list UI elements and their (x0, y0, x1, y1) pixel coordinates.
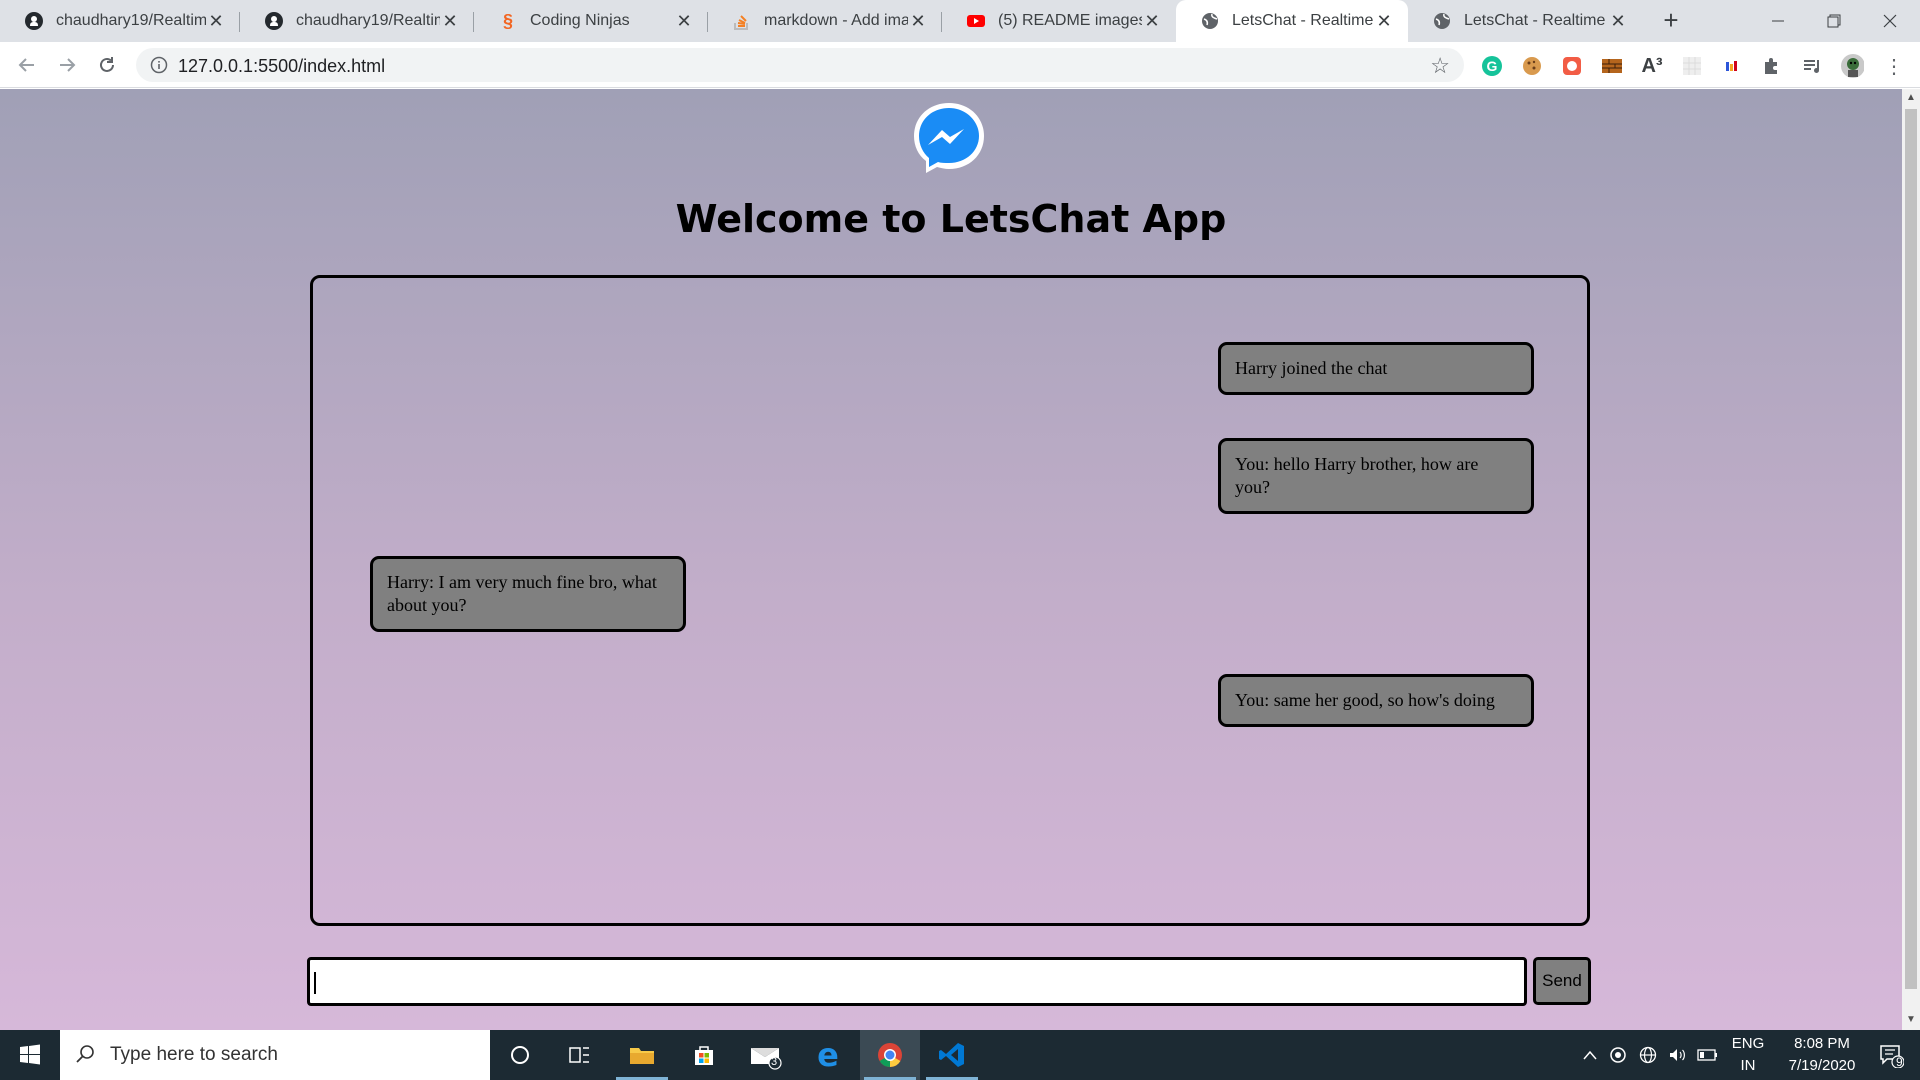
svg-text:G: G (1487, 58, 1498, 74)
close-tab-icon[interactable]: ✕ (1374, 11, 1394, 31)
tray-chevron-up-icon[interactable] (1578, 1030, 1602, 1080)
close-window-icon[interactable] (1862, 0, 1918, 42)
browser-tab[interactable]: LetsChat - Realtime No ✕ (1408, 0, 1642, 42)
input-language[interactable]: ENG IN (1726, 1033, 1770, 1077)
close-tab-icon[interactable]: ✕ (206, 11, 226, 31)
message-input[interactable] (307, 957, 1527, 1006)
browser-tab[interactable]: markdown - Add imag ✕ (708, 0, 942, 42)
search-icon (74, 1043, 96, 1070)
brick-extension-icon[interactable] (1600, 54, 1624, 78)
scrollbar-thumb[interactable] (1905, 109, 1917, 989)
windows-start-icon[interactable] (0, 1030, 60, 1080)
grammarly-icon[interactable]: G (1480, 54, 1504, 78)
stackoverflow-icon (732, 11, 752, 31)
network-globe-icon[interactable] (1636, 1030, 1660, 1080)
close-tab-icon[interactable]: ✕ (1608, 11, 1628, 31)
mail-icon[interactable]: 3 (736, 1030, 796, 1080)
youtube-icon (966, 11, 986, 31)
microsoft-store-icon[interactable] (674, 1030, 734, 1080)
mail-badge-count: 3 (771, 1056, 778, 1068)
tab-title: markdown - Add imag (764, 12, 908, 29)
taskbar-search-box[interactable]: Type here to search (60, 1030, 490, 1080)
language-code: ENG (1731, 1035, 1765, 1052)
browser-tab[interactable]: § Coding Ninjas ✕ (474, 0, 708, 42)
volume-icon[interactable] (1666, 1030, 1690, 1080)
tab-title: LetsChat - Realtime No (1464, 12, 1608, 29)
chrome-icon[interactable] (860, 1030, 920, 1080)
globe-icon (1432, 11, 1452, 31)
messenger-logo-icon (910, 99, 988, 177)
scroll-up-arrow-icon[interactable]: ▲ (1906, 93, 1916, 103)
chat-message-right: Harry joined the chat (1218, 342, 1534, 395)
cortana-icon[interactable] (490, 1030, 550, 1080)
clock-date: 7/19/2020 (1788, 1057, 1856, 1074)
tab-title: chaudhary19/Realtime- (56, 12, 206, 29)
text-caret (314, 972, 316, 994)
notification-count: 9 (1896, 1055, 1903, 1069)
clock-time: 8:08 PM (1794, 1035, 1850, 1052)
site-info-icon[interactable] (150, 56, 168, 79)
file-explorer-icon[interactable] (612, 1030, 672, 1080)
back-arrow-icon[interactable] (12, 50, 42, 80)
chat-message-right: You: same her good, so how's doing (1218, 674, 1534, 727)
browser-tab-active[interactable]: LetsChat - Realtime No ✕ (1176, 0, 1408, 42)
close-tab-icon[interactable]: ✕ (1142, 11, 1162, 31)
region-code: IN (1740, 1057, 1756, 1074)
media-queue-icon[interactable] (1800, 54, 1824, 78)
address-bar[interactable]: 127.0.0.1:5500/index.html ☆ (136, 48, 1464, 82)
github-icon (24, 11, 44, 31)
action-center-icon[interactable]: 9 (1866, 1030, 1916, 1080)
vscode-icon[interactable] (922, 1030, 982, 1080)
page-scrollbar[interactable]: ▲ ▼ (1902, 89, 1920, 1030)
color-bars-icon[interactable] (1720, 54, 1744, 78)
page-title: Welcome to LetsChat App (675, 197, 1227, 241)
scroll-down-arrow-icon[interactable]: ▼ (1906, 1015, 1916, 1025)
location-tray-icon[interactable] (1606, 1030, 1630, 1080)
task-view-icon[interactable] (550, 1030, 610, 1080)
extensions-puzzle-icon[interactable] (1760, 54, 1784, 78)
text-size-icon[interactable]: A³ (1640, 54, 1664, 78)
send-button[interactable]: Send (1533, 957, 1591, 1005)
globe-icon (1200, 11, 1220, 31)
taskbar-clock[interactable]: 8:08 PM 7/19/2020 (1770, 1033, 1874, 1077)
cookie-icon[interactable] (1520, 54, 1544, 78)
search-placeholder: Type here to search (110, 1044, 278, 1065)
browser-menu-icon[interactable]: ⋮ (1882, 54, 1906, 78)
bookmark-star-icon[interactable]: ☆ (1430, 53, 1450, 79)
battery-icon[interactable] (1696, 1030, 1720, 1080)
restore-icon[interactable] (1806, 0, 1862, 42)
chat-message-right: You: hello Harry brother, how are you? (1218, 438, 1534, 514)
tab-title: (5) README images in (998, 12, 1142, 29)
close-tab-icon[interactable]: ✕ (908, 11, 928, 31)
windows-taskbar: Type here to search 3 e ENG IN 8:08 PM 7… (0, 1030, 1920, 1080)
close-tab-icon[interactable]: ✕ (674, 11, 694, 31)
tab-title: LetsChat - Realtime No (1232, 12, 1374, 29)
url-text: 127.0.0.1:5500/index.html (178, 56, 386, 76)
grid-extension-icon[interactable] (1680, 54, 1704, 78)
close-tab-icon[interactable]: ✕ (440, 11, 460, 31)
new-tab-button[interactable]: + (1656, 6, 1686, 36)
forward-arrow-icon[interactable] (52, 50, 82, 80)
github-icon (264, 11, 284, 31)
minimize-icon[interactable] (1750, 0, 1806, 42)
tab-title: Coding Ninjas (530, 12, 630, 29)
edge-browser-icon[interactable]: e (798, 1030, 858, 1080)
chat-container: Harry joined the chat You: hello Harry b… (310, 275, 1590, 926)
profile-avatar[interactable] (1840, 54, 1864, 78)
browser-tab[interactable]: chaudhary19/Realtime- ✕ (0, 0, 240, 42)
page-background: Welcome to LetsChat App Harry joined the… (0, 89, 1902, 1030)
screen-recorder-icon[interactable] (1560, 54, 1584, 78)
tab-strip: chaudhary19/Realtime- ✕ chaudhary19/Real… (0, 0, 1920, 42)
tab-title: chaudhary19/Realtime- (296, 12, 440, 29)
browser-tab[interactable]: (5) README images in ✕ (942, 0, 1176, 42)
coding-ninjas-icon: § (502, 10, 513, 31)
chat-message-left: Harry: I am very much fine bro, what abo… (370, 556, 686, 632)
reload-icon[interactable] (92, 50, 122, 80)
browser-tab[interactable]: chaudhary19/Realtime- ✕ (240, 0, 474, 42)
browser-toolbar: 127.0.0.1:5500/index.html ☆ G A³ ⋮ (0, 42, 1920, 88)
